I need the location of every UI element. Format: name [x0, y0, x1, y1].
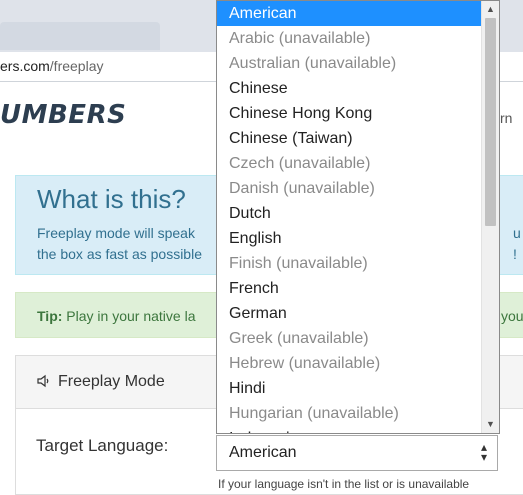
dropdown-option[interactable]: Chinese: [217, 76, 483, 101]
site-logo[interactable]: UMBERS: [0, 100, 126, 130]
dropdown-option: Hebrew (unavailable): [229, 355, 381, 372]
dropdown-option: Hungarian (unavailable): [229, 405, 399, 422]
tip-label: Tip:: [37, 308, 63, 324]
speaker-icon-svg: [37, 374, 49, 388]
speaker-icon: [36, 374, 50, 392]
tip-text: Tip: Play in your native la: [37, 308, 195, 324]
dropdown-option[interactable]: American: [217, 1, 483, 26]
info-text-fragment-1: u n: [513, 225, 523, 241]
dropdown-option[interactable]: Dutch: [217, 201, 483, 226]
dropdown-option: Danish (unavailable): [229, 180, 375, 197]
info-text-fragment-2: !: [513, 246, 517, 262]
language-dropdown-list[interactable]: American Arabic (unavailable) Australian (…: [216, 0, 500, 434]
info-text-line-2: the box as fast as possible: [37, 246, 202, 262]
options-container: American Arabic (unavailable) Australian (…: [217, 1, 483, 433]
language-help-text: If your language isn't in the list or is…: [218, 477, 470, 491]
dropdown-scrollbar[interactable]: ▲ ▼: [481, 1, 499, 433]
scrollbar-thumb[interactable]: [485, 18, 496, 226]
scroll-down-arrow-icon[interactable]: ▼: [482, 416, 499, 433]
target-language-select[interactable]: American ▴ ▾: [216, 435, 498, 471]
target-language-label: Target Language:: [36, 436, 169, 455]
dropdown-option: Greek (unavailable): [229, 330, 369, 347]
dropdown-option[interactable]: French: [217, 276, 483, 301]
browser-tab[interactable]: [0, 22, 160, 50]
dropdown-option[interactable]: English: [217, 226, 483, 251]
url-host: ers.com: [0, 58, 50, 74]
dropdown-option: Czech (unavailable): [229, 155, 371, 172]
tip-body: Play in your native la: [66, 308, 196, 324]
nav-link-fragment[interactable]: rn: [500, 110, 512, 126]
dropdown-option: Finish (unavailable): [229, 255, 368, 272]
select-value: American: [229, 444, 297, 461]
dropdown-option: Australian (unavailable): [229, 55, 397, 72]
card-title: Freeplay Mode: [58, 373, 165, 390]
scroll-up-arrow-icon[interactable]: ▲: [482, 1, 499, 18]
dropdown-option[interactable]: German: [217, 301, 483, 326]
tip-text-fragment: you: [501, 308, 523, 324]
dropdown-option[interactable]: Chinese Hong Kong: [217, 101, 483, 126]
dropdown-option: Arabic (unavailable): [229, 30, 371, 47]
url-path: /freeplay: [49, 58, 104, 74]
info-text-line-1: Freeplay mode will speak: [37, 225, 195, 241]
dropdown-option[interactable]: Chinese (Taiwan): [217, 126, 483, 151]
select-arrows-icon: ▴ ▾: [480, 440, 487, 464]
dropdown-option[interactable]: Hindi: [217, 376, 483, 401]
dropdown-option[interactable]: Indonesian: [217, 426, 483, 433]
info-heading: What is this?: [37, 184, 186, 214]
url-text: ers.com/freeplay: [0, 58, 104, 74]
